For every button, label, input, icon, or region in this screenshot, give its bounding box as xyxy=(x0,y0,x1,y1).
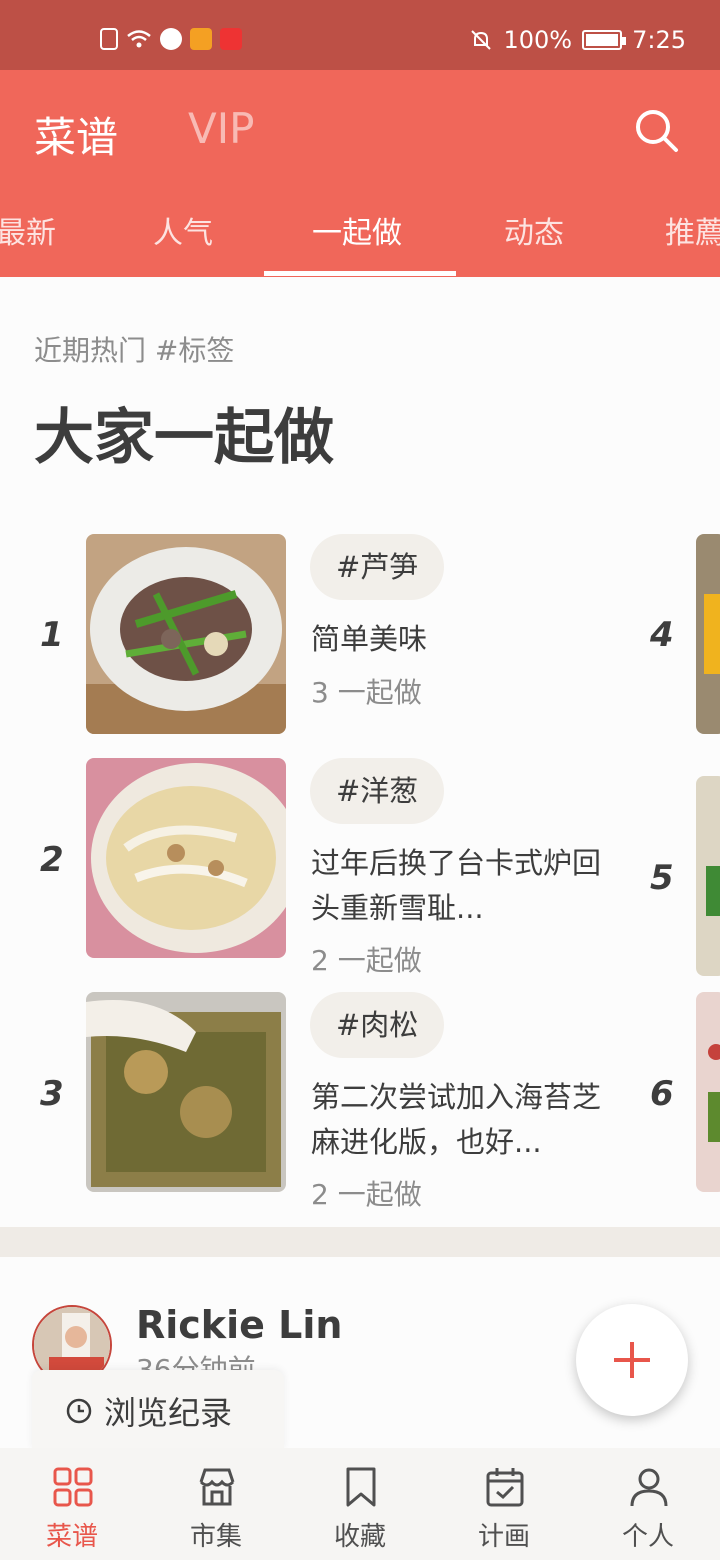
tab-latest[interactable]: 最新 xyxy=(0,208,56,252)
battery-percent: 100% xyxy=(503,26,573,54)
nav-item-plan[interactable]: 计画 xyxy=(432,1448,576,1560)
bottom-nav: 菜谱 市集 收藏 计画 个人 xyxy=(0,1448,720,1560)
globe-icon xyxy=(160,28,182,50)
clock: 7:25 xyxy=(632,26,686,54)
tag-chip[interactable]: #洋葱 xyxy=(310,758,445,824)
recipe-image-peek[interactable] xyxy=(696,534,720,734)
nav-item-favorites[interactable]: 收藏 xyxy=(288,1448,432,1560)
recipe-image-peek[interactable] xyxy=(696,992,720,1192)
nav-label: 市集 xyxy=(189,1522,242,1552)
cook-together-count: 2 一起做 xyxy=(311,944,422,977)
nav-item-market[interactable]: 市集 xyxy=(144,1448,288,1560)
recipe-image[interactable] xyxy=(86,758,286,958)
status-bar: 100% 7:25 xyxy=(0,0,720,70)
rank-number: 4 xyxy=(650,615,674,655)
reader-app-icon xyxy=(220,28,242,50)
cook-together-count: 3 一起做 xyxy=(311,676,422,709)
rank-number: 6 xyxy=(650,1074,674,1114)
nav-item-recipes[interactable]: 菜谱 xyxy=(0,1448,144,1560)
person-icon xyxy=(630,1468,668,1507)
bookmark-icon xyxy=(346,1467,376,1507)
nav-item-profile[interactable]: 个人 xyxy=(576,1448,720,1560)
vip-tab[interactable]: VIP xyxy=(188,104,254,153)
battery-icon xyxy=(582,30,627,50)
notification-icons xyxy=(100,28,242,50)
section-title: 大家一起做 xyxy=(34,403,334,473)
recipe-description: 过年后换了台卡式炉回头重新雪耻... xyxy=(311,846,602,925)
mute-bell-icon xyxy=(471,30,492,50)
tab-recommended[interactable]: 推薦 xyxy=(665,208,720,252)
history-button[interactable]: 浏览纪录 xyxy=(32,1370,284,1450)
header-title[interactable]: 菜谱 xyxy=(34,104,118,165)
author-name[interactable]: Rickie Lin xyxy=(136,1303,342,1347)
tab-cook-together[interactable]: 一起做 xyxy=(312,208,402,252)
store-icon xyxy=(199,1468,235,1506)
nav-label: 菜谱 xyxy=(45,1522,98,1552)
add-button[interactable] xyxy=(576,1304,688,1416)
cook-together-count: 2 一起做 xyxy=(311,1178,422,1211)
section-subtitle: 近期热门 #标签 xyxy=(34,334,235,367)
alert-icon xyxy=(100,28,118,50)
recipe-image[interactable] xyxy=(86,534,286,734)
recipe-image-peek[interactable] xyxy=(696,776,720,976)
category-tabs: 最新 人气 一起做 动态 推薦 xyxy=(0,198,720,277)
tag-chip[interactable]: #芦笋 xyxy=(310,534,445,600)
history-label: 浏览纪录 xyxy=(104,1394,233,1432)
plus-icon xyxy=(614,1342,650,1378)
wifi-icon xyxy=(127,30,151,48)
app-header: 菜谱 VIP 最新 人气 一起做 动态 推薦 xyxy=(0,70,720,277)
search-icon[interactable] xyxy=(626,100,686,160)
popular-tags-section: 近期热门 #标签 大家一起做 1 #芦笋 简单美味 3 一起做 2 #洋葱 过年… xyxy=(0,277,720,1227)
clock-icon xyxy=(66,1398,92,1424)
rank-number: 3 xyxy=(40,1074,64,1114)
tab-activity[interactable]: 动态 xyxy=(504,208,564,252)
rank-number: 2 xyxy=(40,840,64,880)
tag-chip[interactable]: #肉松 xyxy=(310,992,445,1058)
video-app-icon xyxy=(190,28,212,50)
nav-label: 计画 xyxy=(477,1522,530,1552)
recipe-description: 第二次尝试加入海苔芝麻进化版，也好... xyxy=(311,1080,602,1159)
tab-indicator xyxy=(264,271,456,276)
nav-label: 个人 xyxy=(621,1522,674,1552)
grid-icon xyxy=(53,1467,93,1507)
recipe-image[interactable] xyxy=(86,992,286,1192)
recipe-description: 简单美味 xyxy=(311,622,428,656)
status-right: 100% 7:25 xyxy=(469,26,686,54)
rank-number: 1 xyxy=(40,615,64,655)
section-divider xyxy=(0,1227,720,1257)
tab-popular[interactable]: 人气 xyxy=(153,208,213,252)
rank-number: 5 xyxy=(650,858,674,898)
nav-label: 收藏 xyxy=(333,1522,386,1552)
app-screen: 100% 7:25 菜谱 VIP 最新 人气 一起做 动态 推薦 近期热门 #标… xyxy=(0,0,720,1560)
calendar-check-icon xyxy=(486,1468,524,1507)
